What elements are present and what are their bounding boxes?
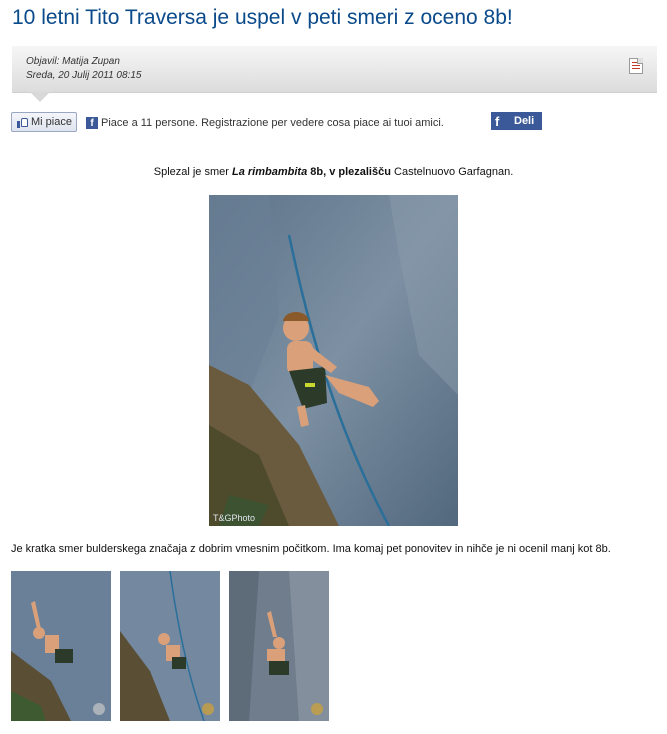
date-line: Sreda, 20 Julij 2011 08:15 [26, 70, 142, 81]
gallery-thumbnail[interactable] [11, 571, 111, 721]
facebook-icon: f [495, 114, 500, 129]
like-button-label: Mi piace [31, 116, 72, 128]
like-count-text[interactable]: Piace a 11 persone. Registrazione per ve… [101, 117, 444, 129]
caption-route: La rimbambita [232, 166, 308, 178]
meta-pointer [30, 92, 50, 102]
photo-watermark: T&GPhoto [213, 513, 255, 523]
share-button-label: Deli [514, 115, 535, 127]
gallery-thumbnail[interactable] [229, 571, 329, 721]
author-line: Objavil: Matija Zupan [26, 56, 120, 67]
article-title[interactable]: 10 letni Tito Traversa je uspel v peti s… [12, 6, 513, 30]
caption-pre: Splezal je smer [153, 166, 232, 178]
photo-caption: Splezal je smer La rimbambita 8b, v plez… [0, 166, 667, 178]
like-button[interactable]: Mi piace [11, 112, 77, 132]
caption-place: Castelnuovo Garfagnan. [390, 166, 514, 178]
caption-grade: 8b, v plezališču [307, 166, 391, 178]
main-climbing-photo[interactable]: T&GPhoto [209, 195, 458, 526]
facebook-icon: f [86, 117, 98, 129]
pdf-icon[interactable] [629, 58, 643, 74]
thumbs-up-icon [17, 116, 29, 128]
share-button[interactable]: f Deli [491, 112, 542, 130]
article-description: Je kratka smer bulderskega značaja z dob… [11, 543, 611, 555]
article-meta: Objavil: Matija Zupan Sreda, 20 Julij 20… [12, 46, 657, 93]
gallery-thumbnail[interactable] [120, 571, 220, 721]
